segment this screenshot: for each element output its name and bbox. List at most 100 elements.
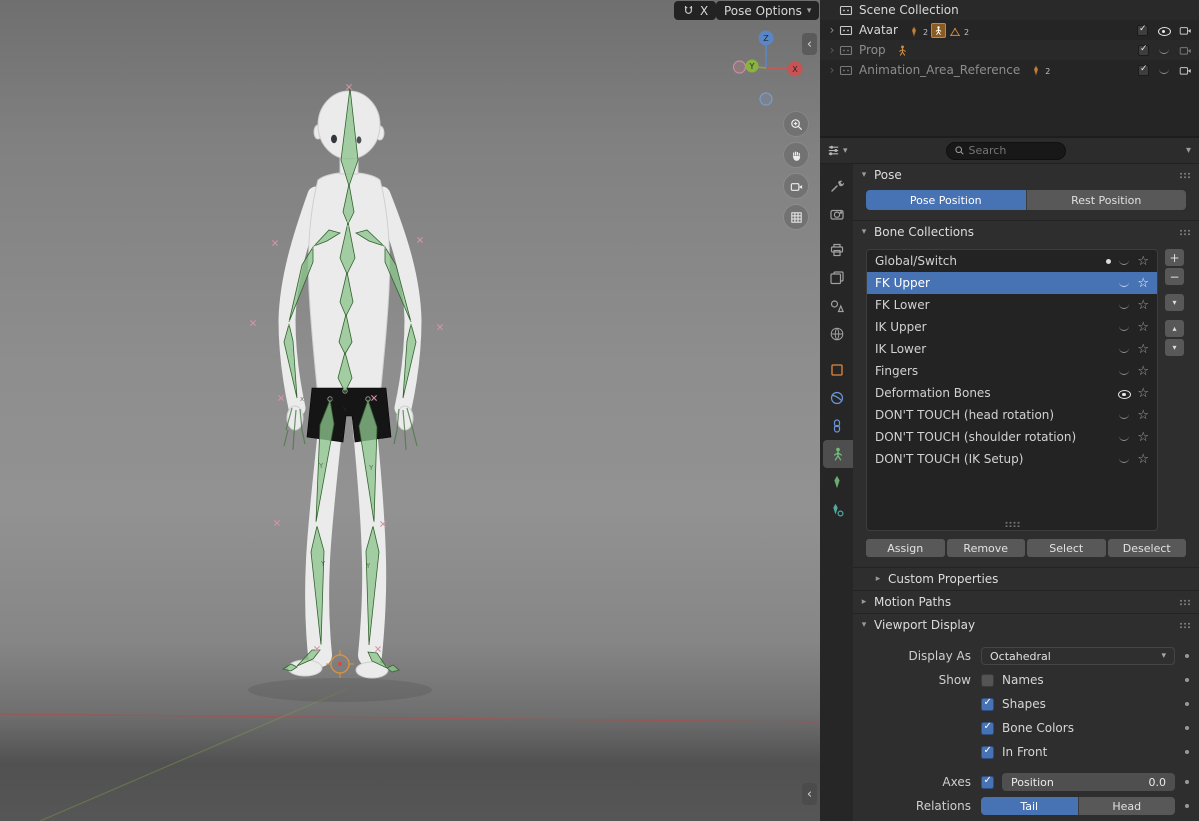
star-icon[interactable] (1137, 364, 1149, 379)
pose-options-dropdown[interactable]: Pose Options ▾ (716, 1, 819, 20)
visibility-eye-icon[interactable] (1158, 46, 1170, 55)
gizmo-neg-x-ball[interactable] (734, 61, 746, 73)
bone-collection-row-global-switch[interactable]: Global/Switch (867, 250, 1157, 272)
collection-visibility-icon[interactable] (1118, 433, 1130, 442)
tab-render[interactable] (820, 200, 853, 228)
collection-visibility-icon[interactable] (1118, 301, 1130, 310)
custom-properties-header[interactable]: ▸ Custom Properties (853, 568, 1199, 590)
bone-collections-header[interactable]: ▾ Bone Collections (853, 221, 1199, 243)
animate-property-dot[interactable] (1185, 726, 1189, 730)
expand-toggle[interactable]: › (826, 63, 838, 77)
tab-scene[interactable] (820, 292, 853, 320)
bone-collection-row-dont-touch-shoulder[interactable]: DON'T TOUCH (shoulder rotation) (867, 426, 1157, 448)
move-down-button[interactable]: ▾ (1165, 339, 1184, 356)
panel-grip[interactable] (1179, 599, 1191, 606)
render-visibility-icon[interactable] (1179, 45, 1192, 56)
star-icon[interactable] (1137, 254, 1149, 269)
gizmo-neg-z-ball[interactable] (760, 93, 772, 105)
3d-viewport[interactable]: Y Y Y Y Y x x X Pose Option (0, 0, 820, 821)
select-button[interactable]: Select (1027, 539, 1106, 557)
search-input[interactable] (969, 144, 1051, 157)
tab-constraints[interactable] (820, 412, 853, 440)
axes-position-slider[interactable]: Position 0.0 (1002, 773, 1175, 791)
specials-menu-button[interactable]: ▾ (1165, 294, 1184, 311)
outliner-row-prop[interactable]: › Prop (820, 40, 1199, 60)
perspective-toggle-button[interactable] (784, 205, 808, 229)
outliner-row-animation-area-reference[interactable]: › Animation_Area_Reference 2 (820, 60, 1199, 80)
editor-type-button[interactable]: ▾ (826, 143, 848, 158)
star-icon[interactable] (1137, 430, 1149, 445)
star-icon[interactable] (1137, 276, 1149, 291)
tab-object-data[interactable] (823, 440, 853, 468)
star-icon[interactable] (1137, 320, 1149, 335)
pose-position-button[interactable]: Pose Position (866, 190, 1026, 210)
animate-property-dot[interactable] (1185, 780, 1189, 784)
properties-search[interactable] (946, 142, 1066, 160)
bone-collection-row-dont-touch-head[interactable]: DON'T TOUCH (head rotation) (867, 404, 1157, 426)
visibility-eye-icon[interactable] (1157, 24, 1170, 37)
animate-property-dot[interactable] (1185, 750, 1189, 754)
panel-grip[interactable] (1179, 622, 1191, 629)
solo-dot-indicator[interactable] (1106, 259, 1111, 264)
sidebar-toggle-bottom[interactable]: ‹ (802, 783, 817, 805)
expand-toggle[interactable]: › (826, 43, 838, 57)
render-visibility-icon[interactable] (1179, 65, 1192, 76)
outliner-row-scene-collection[interactable]: Scene Collection (820, 0, 1199, 20)
relations-head-button[interactable]: Head (1078, 797, 1176, 815)
armature-overlay[interactable] (283, 88, 416, 672)
collection-visibility-icon[interactable] (1118, 411, 1130, 420)
bone-collection-row-fk-upper[interactable]: FK Upper (867, 272, 1157, 294)
deselect-button[interactable]: Deselect (1108, 539, 1187, 557)
animate-property-dot[interactable] (1185, 654, 1189, 658)
collection-visibility-icon[interactable] (1118, 345, 1130, 354)
add-collection-button[interactable]: + (1165, 249, 1184, 266)
tab-physics[interactable] (820, 384, 853, 412)
zoom-tool-button[interactable] (784, 112, 808, 136)
collection-visibility-icon[interactable] (1118, 257, 1130, 266)
bone-collection-row-fingers[interactable]: Fingers (867, 360, 1157, 382)
tab-object[interactable] (820, 356, 853, 384)
outliner-row-avatar[interactable]: › Avatar 2 (820, 20, 1199, 40)
assign-button[interactable]: Assign (866, 539, 945, 557)
bone-colors-checkbox[interactable] (981, 722, 994, 735)
exclude-checkbox[interactable] (1138, 45, 1149, 56)
move-view-button[interactable] (784, 143, 808, 167)
star-icon[interactable] (1137, 298, 1149, 313)
navigation-gizmo[interactable]: Z X Y (733, 28, 809, 112)
expand-toggle[interactable]: › (826, 23, 838, 37)
names-checkbox[interactable] (981, 674, 994, 687)
panel-grip[interactable] (1179, 172, 1191, 179)
bone-collection-row-dont-touch-ik[interactable]: DON'T TOUCH (IK Setup) (867, 448, 1157, 470)
in-front-checkbox[interactable] (981, 746, 994, 759)
collection-visibility-icon[interactable] (1117, 387, 1130, 400)
animate-property-dot[interactable] (1185, 804, 1189, 808)
bone-collection-row-ik-upper[interactable]: IK Upper (867, 316, 1157, 338)
axes-checkbox[interactable] (981, 776, 994, 789)
list-resize-grip[interactable] (1005, 521, 1020, 527)
star-icon[interactable] (1137, 342, 1149, 357)
tab-tool[interactable] (820, 172, 853, 200)
remove-collection-button[interactable]: − (1165, 268, 1184, 285)
star-icon[interactable] (1137, 452, 1149, 467)
exclude-checkbox[interactable] (1137, 25, 1148, 36)
render-visibility-icon[interactable] (1179, 25, 1192, 36)
bone-collection-row-fk-lower[interactable]: FK Lower (867, 294, 1157, 316)
header-menu-caret[interactable]: ▾ (1186, 145, 1191, 156)
shapes-checkbox[interactable] (981, 698, 994, 711)
animate-property-dot[interactable] (1185, 702, 1189, 706)
tab-view-layer[interactable] (820, 264, 853, 292)
relations-tail-button[interactable]: Tail (981, 797, 1078, 815)
exclude-checkbox[interactable] (1138, 65, 1149, 76)
visibility-eye-icon[interactable] (1158, 66, 1170, 75)
bone-collection-row-deformation-bones[interactable]: Deformation Bones (867, 382, 1157, 404)
collection-visibility-icon[interactable] (1118, 279, 1130, 288)
animate-property-dot[interactable] (1185, 678, 1189, 682)
bone-collection-row-ik-lower[interactable]: IK Lower (867, 338, 1157, 360)
collection-visibility-icon[interactable] (1118, 455, 1130, 464)
star-icon[interactable] (1137, 408, 1149, 423)
tab-bone-constraints[interactable] (820, 496, 853, 524)
panel-grip[interactable] (1179, 229, 1191, 236)
sidebar-toggle-top[interactable]: ‹ (802, 33, 817, 55)
camera-view-button[interactable] (784, 174, 808, 198)
tab-world[interactable] (820, 320, 853, 348)
